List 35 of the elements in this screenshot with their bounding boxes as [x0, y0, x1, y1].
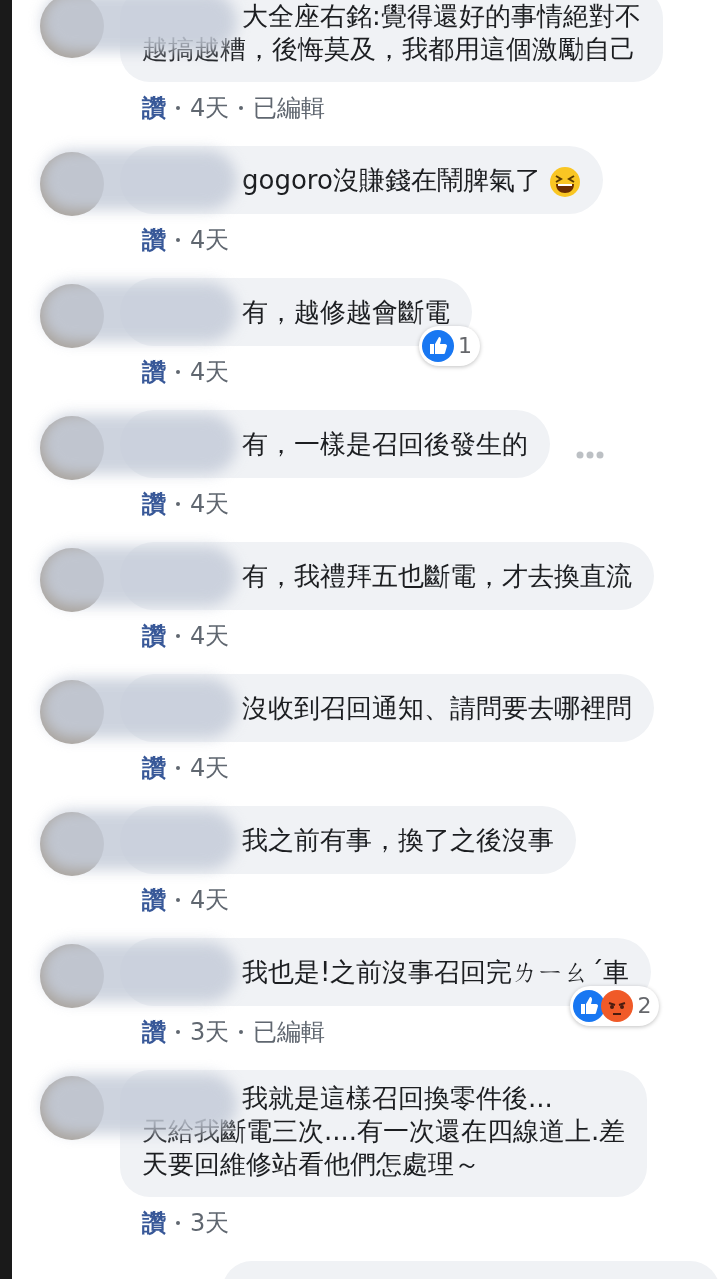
reaction-count: 2 — [570, 986, 660, 1026]
timestamp-link[interactable]: 4天 — [190, 486, 230, 522]
comment-text: 越搞越糟，後悔莫及，我都用這個激勵自己 — [142, 33, 637, 66]
edited-label: 已編輯 — [253, 1017, 326, 1048]
timestamp-link[interactable]: 4天 — [190, 222, 230, 258]
comment-text: 有，我禮拜五也斷電，才去換直流 — [242, 560, 632, 593]
like-link[interactable]: 讚 — [142, 1205, 166, 1241]
like-link[interactable]: 讚 — [142, 618, 166, 654]
like-link[interactable]: 讚 — [142, 486, 166, 522]
comment-text: 大全座右銘:覺得還好的事情絕對不 — [242, 0, 641, 33]
timestamp-link[interactable]: 3天 — [190, 1205, 230, 1241]
comment-text: 我也是!之前沒事召回完ㄌㄧㄠˊ車 — [242, 956, 630, 989]
comment-text: 沒收到召回通知、請問要去哪裡問 — [242, 692, 632, 725]
timestamp-link[interactable]: 4天 — [190, 750, 230, 786]
comment-text: gogoro沒賺錢在鬧脾氣了 — [242, 162, 582, 198]
edited-label: 已編輯 — [253, 93, 326, 124]
comment-text: 有，一樣是召回後發生的 — [242, 428, 528, 461]
like-link[interactable]: 讚 — [142, 882, 166, 918]
comment-text: 天給我斷電三次....有一次還在四線道上.差 — [142, 1115, 626, 1148]
like-link[interactable]: 讚 — [142, 750, 166, 786]
like-link[interactable]: 讚 — [142, 222, 166, 258]
like-link[interactable]: 讚 — [142, 354, 166, 390]
like-link[interactable]: 讚 — [142, 1014, 166, 1050]
timestamp-link[interactable]: 4天 — [190, 354, 230, 390]
comment-text: 我之前有事，換了之後沒事 — [242, 824, 554, 857]
more-icon — [576, 451, 604, 459]
timestamp-link[interactable]: 4天 — [190, 882, 230, 918]
timestamp-link[interactable]: 3天 — [190, 1014, 230, 1050]
comment-text: 我就是這樣召回換零件後... — [242, 1082, 553, 1115]
like-link[interactable]: 讚 — [142, 90, 166, 126]
timestamp-link[interactable]: 4天 — [190, 618, 230, 654]
comment-text: 天要回維修站看他們怎處理～ — [142, 1148, 481, 1181]
comment-text: 有，越修越會斷電 — [242, 296, 450, 329]
reaction-count: 1 — [419, 326, 480, 366]
timestamp-link[interactable]: 4天 — [190, 90, 230, 126]
